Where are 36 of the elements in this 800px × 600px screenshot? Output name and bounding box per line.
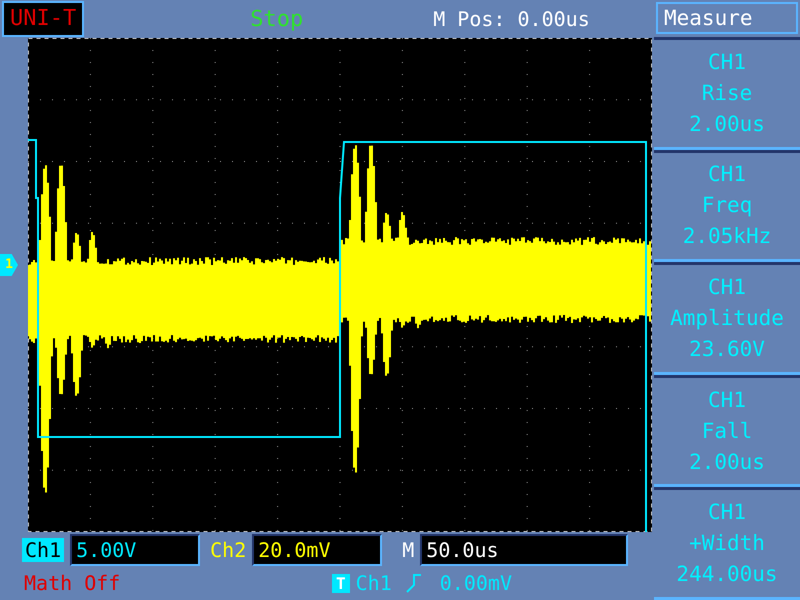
measure-item[interactable]: CH1 +Width 244.00us — [654, 487, 800, 600]
horizontal-position: M Pos: 0.00us — [433, 7, 590, 31]
measure-channel: CH1 — [708, 48, 746, 76]
menu-title: Measure — [656, 2, 798, 34]
measure-item[interactable]: CH1 Fall 2.00us — [654, 374, 800, 488]
measure-label: Rise — [702, 80, 752, 107]
measure-value: 23.60V — [689, 336, 765, 363]
measure-channel: CH1 — [708, 499, 746, 526]
run-state: Stop — [250, 6, 304, 32]
rising-edge-icon — [406, 573, 422, 593]
measure-value: 2.00us — [689, 448, 765, 476]
channel-label: Ch2 — [210, 538, 246, 562]
measure-channel: CH1 — [708, 274, 746, 301]
trigger-level: 0.00mV — [440, 571, 512, 595]
measure-label: Fall — [702, 418, 752, 445]
measure-item[interactable]: CH1 Amplitude 23.60V — [654, 262, 800, 375]
channel-scale: 5.00V — [70, 534, 200, 566]
timebase-scale: 50.0us — [420, 534, 628, 566]
timebase-label: M — [402, 538, 414, 562]
channel-label: Ch1 — [22, 538, 64, 562]
math-status: Math Off — [24, 571, 122, 595]
measure-value: 2.05kHz — [682, 223, 772, 250]
measure-value: 244.00us — [676, 561, 778, 588]
measure-value: 2.00us — [689, 110, 765, 138]
measure-item[interactable]: CH1 Freq 2.05kHz — [654, 150, 800, 262]
trigger-source: Ch1 — [356, 571, 392, 595]
brand-logo: UNI-T — [2, 1, 84, 37]
measure-label: +Width — [689, 530, 765, 558]
measure-channel: CH1 — [708, 386, 746, 414]
measure-channel: CH1 — [708, 161, 746, 188]
measure-label: Freq — [702, 192, 752, 220]
measure-item[interactable]: CH1 Rise 2.00us — [654, 37, 800, 150]
measure-label: Amplitude — [670, 304, 784, 332]
trigger-badge: T — [332, 574, 350, 592]
channel-scale: 20.0mV — [252, 534, 382, 566]
channel-marker: 1 — [0, 254, 18, 276]
